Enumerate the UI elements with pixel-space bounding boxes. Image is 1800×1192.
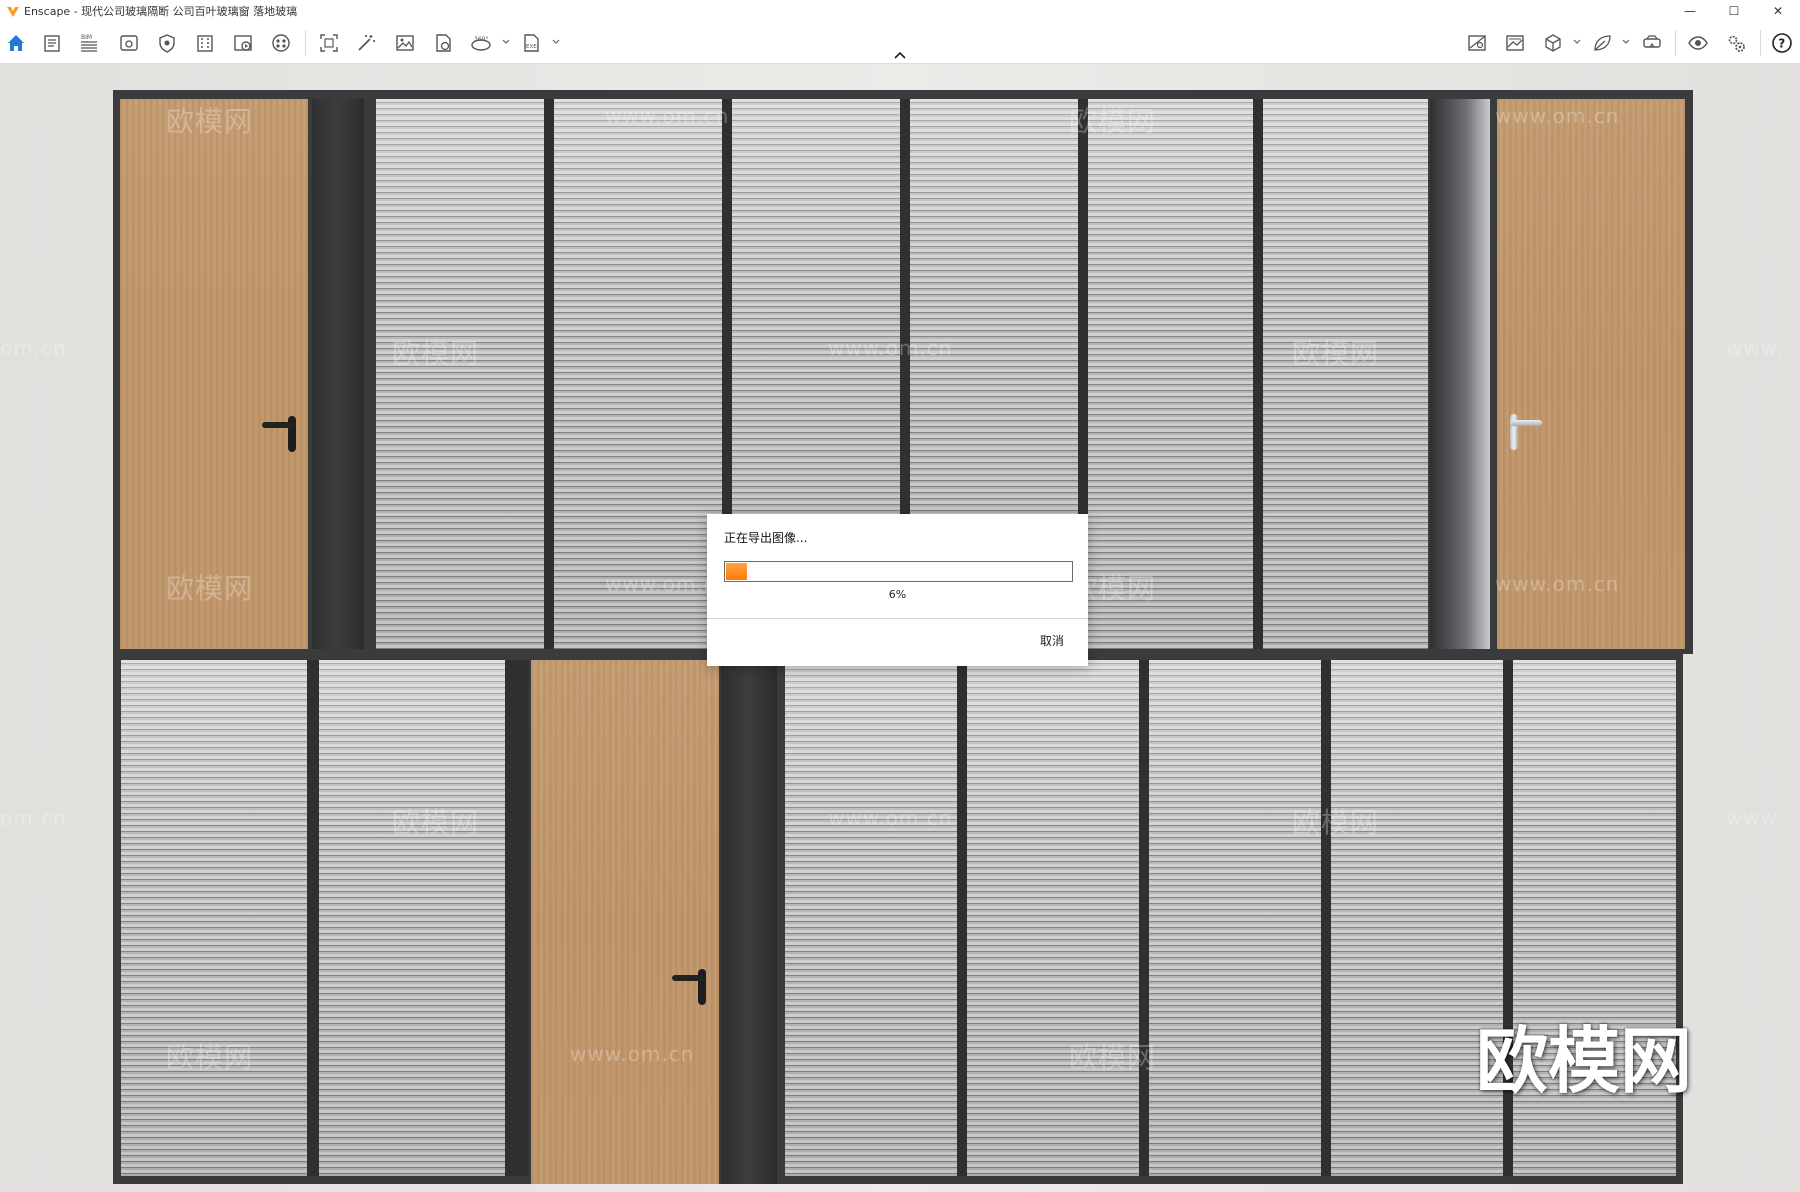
watermark-edge: om.cn	[0, 336, 67, 360]
map-icon[interactable]	[1465, 31, 1489, 55]
toolbar-separator	[1675, 30, 1676, 56]
svg-text:BIM: BIM	[81, 34, 92, 41]
mullion	[1321, 660, 1331, 1176]
gallery-icon[interactable]	[1503, 31, 1527, 55]
building-icon[interactable]	[193, 31, 217, 55]
chevron-down-icon[interactable]	[502, 38, 510, 46]
home-icon[interactable]	[4, 31, 28, 55]
glass-blind-panel	[1149, 660, 1321, 1176]
help-icon[interactable]: ?	[1770, 31, 1794, 55]
title-bar: Enscape - 现代公司玻璃隔断 公司百叶玻璃窗 落地玻璃 — ☐ ✕	[0, 0, 1800, 22]
progress-percent: 6%	[888, 588, 907, 601]
glass-blind-panel	[785, 660, 957, 1176]
mullion	[307, 660, 319, 1176]
image-icon[interactable]	[393, 31, 417, 55]
magic-wand-icon[interactable]	[354, 31, 378, 55]
settings-icon[interactable]	[1724, 31, 1748, 55]
top-right-door	[1497, 99, 1685, 649]
mullion	[505, 660, 529, 1176]
enscape-logo-icon	[7, 7, 19, 17]
cube-icon[interactable]	[1541, 31, 1565, 55]
glass-blind-panel	[121, 660, 307, 1176]
leaf-icon[interactable]	[1590, 31, 1614, 55]
glass-blind-panel	[967, 660, 1139, 1176]
door-handle	[262, 416, 302, 456]
chevron-down-icon[interactable]	[1573, 38, 1581, 46]
svg-text:?: ?	[1778, 37, 1785, 51]
toolbar-separator	[1760, 30, 1761, 56]
screenshot-icon[interactable]	[317, 31, 341, 55]
asset-library-icon[interactable]	[269, 31, 293, 55]
minimize-button[interactable]: —	[1668, 0, 1712, 22]
close-button[interactable]: ✕	[1756, 0, 1800, 22]
view-icon[interactable]	[117, 31, 141, 55]
export-progress-dialog: 正在导出图像... 6% 取消	[707, 514, 1088, 666]
panorama-icon[interactable]: 360°	[469, 31, 493, 55]
glass-blind-panel	[1088, 99, 1253, 649]
glass-blind-panel	[1263, 99, 1428, 649]
watermark-edge: om.cn	[0, 806, 67, 830]
export-icon[interactable]	[431, 31, 455, 55]
door-handle	[1502, 414, 1546, 454]
chevron-down-icon[interactable]	[1622, 38, 1630, 46]
collapse-toolbar-chevron-icon[interactable]	[893, 50, 907, 60]
document-icon[interactable]	[40, 31, 64, 55]
dialog-divider	[707, 618, 1088, 619]
door-handle	[672, 969, 712, 1009]
bottom-door	[531, 660, 719, 1184]
door-jamb	[312, 99, 364, 649]
brand-watermark: 欧模网	[1476, 1019, 1693, 1103]
bim-icon[interactable]: BIM	[77, 31, 101, 55]
svg-text:EXE: EXE	[526, 44, 537, 50]
door-jamb	[721, 660, 777, 1184]
door-jamb	[1430, 99, 1490, 649]
video-editor-icon[interactable]	[231, 31, 255, 55]
vr-headset-icon[interactable]	[1640, 31, 1664, 55]
cancel-button[interactable]: 取消	[1040, 632, 1064, 649]
window-controls: — ☐ ✕	[1668, 0, 1800, 22]
glass-blind-panel	[319, 660, 505, 1176]
top-left-door	[120, 99, 308, 649]
progress-fill	[726, 563, 747, 580]
shield-icon[interactable]	[155, 31, 179, 55]
toolbar-separator	[305, 30, 306, 56]
export-progress-bar	[724, 561, 1073, 582]
mullion	[1139, 660, 1149, 1176]
glass-blind-panel	[554, 99, 722, 649]
mullion	[544, 99, 554, 649]
window-title: Enscape - 现代公司玻璃隔断 公司百叶玻璃窗 落地玻璃	[24, 5, 298, 18]
mullion	[1253, 99, 1263, 649]
glass-blind-panel	[376, 99, 544, 649]
chevron-down-icon[interactable]	[552, 38, 560, 46]
watermark-edge-right: www.	[1726, 336, 1784, 360]
exe-export-icon[interactable]: EXE	[519, 31, 543, 55]
watermark-edge-right: www.	[1726, 806, 1784, 830]
svg-text:360°: 360°	[474, 36, 488, 43]
dialog-title: 正在导出图像...	[724, 531, 808, 545]
maximize-button[interactable]: ☐	[1712, 0, 1756, 22]
eye-icon[interactable]	[1686, 31, 1710, 55]
mullion	[957, 660, 967, 1176]
